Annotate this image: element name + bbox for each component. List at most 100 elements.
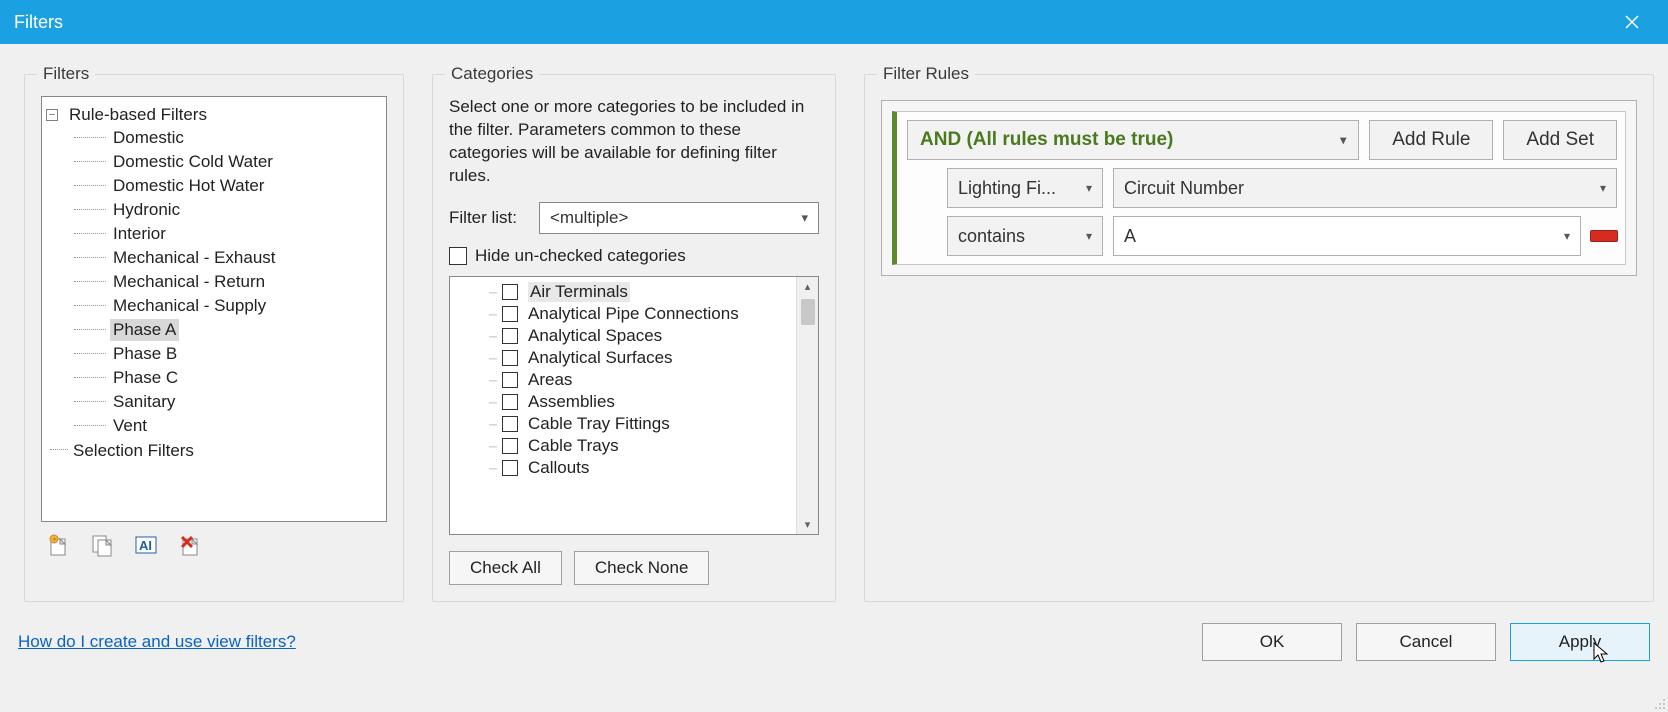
tree-connector: ···· xyxy=(488,417,496,431)
filter-tree-item[interactable]: Phase A xyxy=(74,318,382,342)
category-item[interactable]: ····Assemblies xyxy=(450,391,796,413)
category-checkbox[interactable] xyxy=(502,416,518,432)
category-item[interactable]: ···· Analytical Surfaces xyxy=(450,347,796,369)
remove-rule-icon[interactable] xyxy=(1591,231,1617,241)
rename-icon[interactable]: AI xyxy=(133,532,159,558)
category-item[interactable]: ···· Areas xyxy=(450,369,796,391)
collapse-icon[interactable]: − xyxy=(46,109,58,121)
help-link[interactable]: How do I create and use view filters? xyxy=(18,632,296,652)
check-all-button[interactable]: Check All xyxy=(449,551,562,585)
category-checkbox[interactable] xyxy=(502,394,518,410)
categories-list[interactable]: ····Air Terminals····Analytical Pipe Con… xyxy=(449,276,819,535)
category-item[interactable]: ···· Analytical Spaces xyxy=(450,325,796,347)
category-label: Cable Trays xyxy=(528,436,619,456)
check-none-button[interactable]: Check None xyxy=(574,551,710,585)
filter-tree-item[interactable]: Hydronic xyxy=(74,198,382,222)
close-button[interactable] xyxy=(1610,0,1654,44)
category-item[interactable]: ···· Analytical Pipe Connections xyxy=(450,303,796,325)
cancel-button[interactable]: Cancel xyxy=(1356,623,1496,661)
filter-tree-item[interactable]: Domestic xyxy=(74,126,382,150)
chevron-down-icon: ▾ xyxy=(1086,181,1092,195)
filter-item-label: Domestic Hot Water xyxy=(110,175,267,197)
delete-icon[interactable] xyxy=(177,532,203,558)
category-item[interactable]: ····Callouts xyxy=(450,457,796,479)
category-checkbox[interactable] xyxy=(502,306,518,322)
tree-connector: ···· xyxy=(488,307,496,321)
category-label: Analytical Spaces xyxy=(528,326,662,346)
filter-tree-item[interactable]: Mechanical - Supply xyxy=(74,294,382,318)
filter-tree-item[interactable]: Mechanical - Exhaust xyxy=(74,246,382,270)
window-title: Filters xyxy=(14,12,63,33)
categories-panel: Categories Select one or more categories… xyxy=(432,64,836,602)
apply-button[interactable]: Apply xyxy=(1510,623,1650,661)
rule-value-input[interactable]: A ▾ xyxy=(1113,216,1581,256)
filter-tree-item[interactable]: Domestic Hot Water xyxy=(74,174,382,198)
filter-tree-item[interactable]: Phase C xyxy=(74,366,382,390)
filters-tree[interactable]: − Rule-based Filters DomesticDomestic Co… xyxy=(41,96,387,522)
group-operator-dropdown[interactable]: AND (All rules must be true) ▾ xyxy=(907,120,1359,160)
rule-operator-dropdown[interactable]: contains ▾ xyxy=(947,216,1103,256)
scroll-thumb[interactable] xyxy=(801,299,815,325)
category-item[interactable]: ····Cable Trays xyxy=(450,435,796,457)
category-checkbox[interactable] xyxy=(502,460,518,476)
category-checkbox[interactable] xyxy=(502,438,518,454)
filter-item-label: Phase B xyxy=(110,343,180,365)
category-label: Analytical Surfaces xyxy=(528,348,673,368)
scroll-down-icon[interactable]: ▾ xyxy=(797,514,818,534)
filter-item-label: Vent xyxy=(110,415,150,437)
tree-connector: ···· xyxy=(488,351,496,365)
rule-parameter-value: Circuit Number xyxy=(1124,178,1244,199)
scroll-up-icon[interactable]: ▴ xyxy=(797,277,818,297)
rule-parameter-dropdown[interactable]: Circuit Number ▾ xyxy=(1113,168,1617,208)
duplicate-icon[interactable] xyxy=(89,532,115,558)
ok-button[interactable]: OK xyxy=(1202,623,1342,661)
new-filter-icon[interactable]: ✶ xyxy=(45,532,71,558)
category-checkbox[interactable] xyxy=(502,350,518,366)
filter-item-label: Hydronic xyxy=(110,199,183,221)
hide-unchecked-checkbox[interactable] xyxy=(449,247,467,265)
tree-connector: ···· xyxy=(488,373,496,387)
filter-tree-item[interactable]: Phase B xyxy=(74,342,382,366)
add-rule-button[interactable]: Add Rule xyxy=(1369,120,1493,160)
category-checkbox[interactable] xyxy=(502,372,518,388)
filter-rules-panel: Filter Rules AND (All rules must be true… xyxy=(864,64,1654,602)
category-label: Areas xyxy=(528,370,572,390)
tree-connector: ···· xyxy=(488,329,496,343)
filter-item-label: Sanitary xyxy=(110,391,178,413)
category-label: Cable Tray Fittings xyxy=(528,414,670,434)
filter-list-value: <multiple> xyxy=(550,208,628,228)
add-set-button[interactable]: Add Set xyxy=(1503,120,1617,160)
filter-rules-legend: Filter Rules xyxy=(877,64,975,84)
rule-category-dropdown[interactable]: Lighting Fi... ▾ xyxy=(947,168,1103,208)
filters-panel: Filters − Rule-based Filters DomesticDom… xyxy=(24,64,404,602)
filter-tree-item[interactable]: Sanitary xyxy=(74,390,382,414)
chevron-down-icon: ▾ xyxy=(1086,229,1092,243)
filter-tree-item[interactable]: Domestic Cold Water xyxy=(74,150,382,174)
chevron-down-icon: ▾ xyxy=(1600,181,1606,195)
category-item[interactable]: ···· Cable Tray Fittings xyxy=(450,413,796,435)
filter-list-dropdown[interactable]: <multiple> ▾ xyxy=(539,202,819,234)
filter-item-label: Domestic Cold Water xyxy=(110,151,276,173)
category-label: Assemblies xyxy=(528,392,615,412)
resize-grip-icon[interactable] xyxy=(1652,696,1666,710)
categories-legend: Categories xyxy=(445,64,539,84)
category-label: Air Terminals xyxy=(528,282,630,302)
category-label: Callouts xyxy=(528,458,589,478)
category-checkbox[interactable] xyxy=(502,328,518,344)
chevron-down-icon: ▾ xyxy=(1340,133,1346,147)
categories-scrollbar[interactable]: ▴ ▾ xyxy=(796,277,818,534)
filter-tree-item[interactable]: Mechanical - Return xyxy=(74,270,382,294)
selection-filters-node[interactable]: Selection Filters xyxy=(70,440,197,462)
filter-item-label: Phase C xyxy=(110,367,181,389)
filters-toolbar: ✶ AI xyxy=(41,522,387,558)
category-label: Analytical Pipe Connections xyxy=(528,304,739,324)
categories-description: Select one or more categories to be incl… xyxy=(449,96,819,188)
rule-based-filters-node[interactable]: Rule-based Filters xyxy=(66,104,210,126)
filter-tree-item[interactable]: Vent xyxy=(74,414,382,438)
rule-operator-value: contains xyxy=(958,226,1025,247)
filter-tree-item[interactable]: Interior xyxy=(74,222,382,246)
category-checkbox[interactable] xyxy=(502,284,518,300)
filter-item-label: Mechanical - Return xyxy=(110,271,268,293)
filter-list-label: Filter list: xyxy=(449,208,517,228)
category-item[interactable]: ····Air Terminals xyxy=(450,281,796,303)
